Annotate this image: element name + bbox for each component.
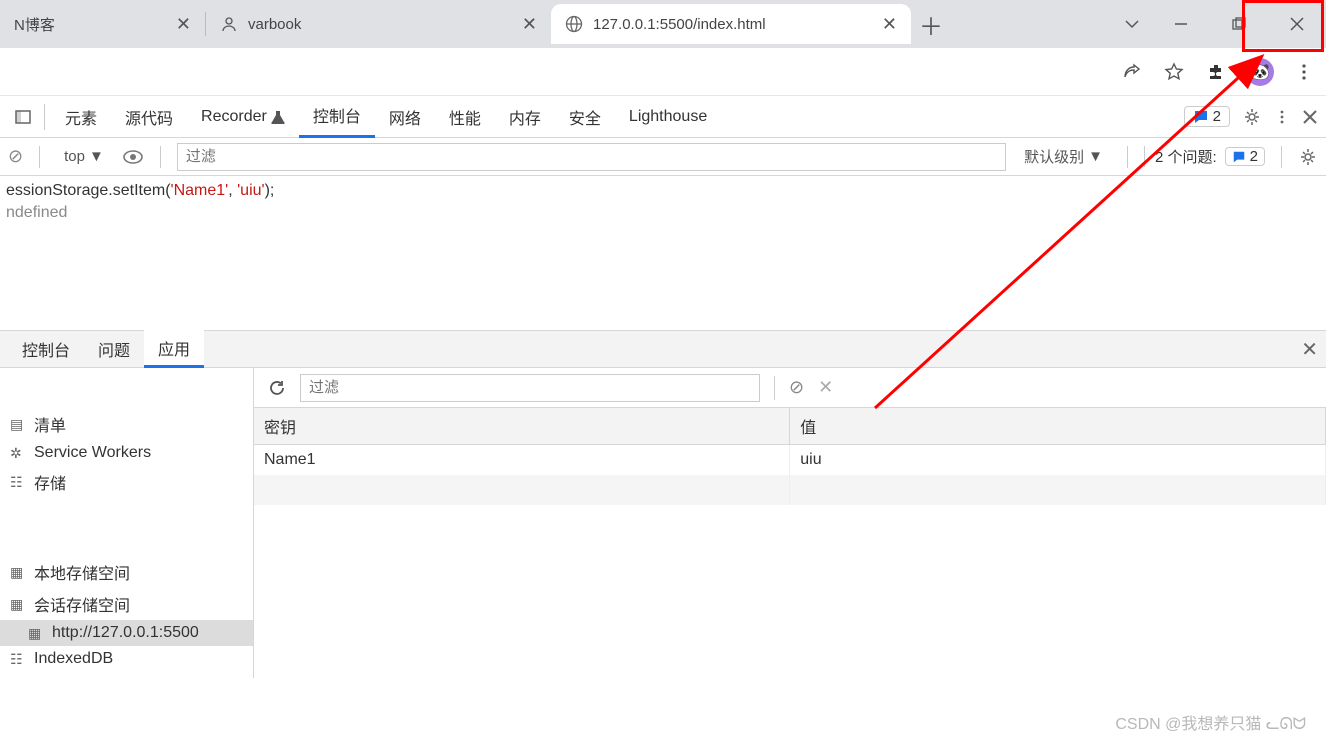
favicon-icon [220,15,238,33]
sidebar-storage[interactable]: ☷ 存储 [0,466,253,498]
console-line-result: ndefined [0,202,1326,224]
col-value-header[interactable]: 值 [790,408,1326,445]
settings-icon[interactable] [1242,107,1262,127]
sidebar-manifest[interactable]: ▤ 清单 [0,408,253,440]
chevron-down-icon: ▼ [89,148,104,165]
console-tab[interactable]: 控制台 [299,96,375,138]
col-key-header[interactable]: 密钥 [254,408,790,445]
clear-console-icon[interactable]: ⊘ [8,146,23,167]
dock-side-icon[interactable] [8,96,38,138]
elements-tab[interactable]: 元素 [51,96,111,138]
recorder-tab[interactable]: Recorder [187,96,299,138]
window-close-button[interactable] [1268,0,1326,48]
performance-tab[interactable]: 性能 [435,96,495,138]
application-panel: ▤ 清单 ✲ Service Workers ☷ 存储 ▦ 本地存储空间 ▦ 会… [0,368,1326,678]
globe-icon [565,15,583,33]
console-settings-icon[interactable] [1298,147,1318,167]
clear-all-icon[interactable]: ⊘ [789,377,804,398]
close-tab-icon[interactable]: ✕ [522,14,537,35]
table-row[interactable]: Name1 uiu [254,445,1326,476]
maximize-button[interactable] [1210,0,1268,48]
minimize-button[interactable] [1152,0,1210,48]
chevron-down-icon: ▼ [1088,148,1103,165]
flask-icon [271,110,285,124]
storage-table: 密钥 值 Name1 uiu [254,408,1326,505]
tab-2-active[interactable]: 127.0.0.1:5500/index.html ✕ [551,4,911,44]
storage-toolbar: ⊘ ✕ [254,368,1326,408]
sidebar-indexeddb[interactable]: ☷ IndexedDB [0,646,253,672]
devtools-toolbar: 元素 源代码 Recorder 控制台 网络 性能 内存 安全 Lighthou… [0,96,1326,138]
more-icon[interactable] [1274,109,1290,125]
tab-1[interactable]: varbook ✕ [206,4,551,44]
drawer-close-icon[interactable]: ✕ [1301,337,1318,362]
cell-value: uiu [790,445,1326,476]
security-tab[interactable]: 安全 [555,96,615,138]
tab-0[interactable]: N博客 ✕ [0,4,205,44]
database-icon: ☷ [10,474,26,491]
drawer-console-tab[interactable]: 控制台 [8,330,84,368]
browser-menu-icon[interactable] [1292,60,1316,84]
refresh-icon[interactable] [268,379,286,397]
close-tab-icon[interactable]: ✕ [882,14,897,35]
grid-icon: ▦ [10,596,26,613]
sidebar-service-workers[interactable]: ✲ Service Workers [0,440,253,466]
storage-filter-input[interactable] [300,374,760,402]
console-filter-input[interactable] [177,143,1006,171]
tab-title: N博客 [14,14,55,35]
browser-tab-strip: N博客 ✕ varbook ✕ 127.0.0.1:5500/index.htm… [0,0,1326,48]
memory-tab[interactable]: 内存 [495,96,555,138]
table-row-empty[interactable] [254,475,1326,505]
lighthouse-tab[interactable]: Lighthouse [615,96,721,138]
sidebar-session-storage[interactable]: ▦ 会话存储空间 [0,588,253,620]
live-expression-icon[interactable] [122,149,144,165]
console-output: essionStorage.setItem('Name1', 'uiu'); n… [0,176,1326,330]
log-level-selector[interactable]: 默认级别 ▼ [1016,142,1111,171]
window-controls [1112,0,1326,48]
drawer-issues-tab[interactable]: 问题 [84,330,144,368]
url-bar: 🐼 [0,48,1326,96]
tab-title: varbook [248,16,301,33]
application-sidebar: ▤ 清单 ✲ Service Workers ☷ 存储 ▦ 本地存储空间 ▦ 会… [0,368,254,678]
cell-key: Name1 [254,445,790,476]
file-icon: ▤ [10,416,26,433]
close-tab-icon[interactable]: ✕ [176,14,191,35]
storage-panel: ⊘ ✕ 密钥 值 Name1 uiu [254,368,1326,678]
drawer-tabs: 控制台 问题 应用 ✕ [0,330,1326,368]
context-selector[interactable]: top ▼ [56,144,112,169]
messages-badge[interactable]: 2 [1184,106,1230,127]
sources-tab[interactable]: 源代码 [111,96,187,138]
new-tab-button[interactable]: ＋ [911,4,951,44]
grid-icon: ▦ [28,625,44,642]
share-icon[interactable] [1120,60,1144,84]
console-line-input[interactable]: essionStorage.setItem('Name1', 'uiu'); [0,180,1326,202]
database-icon: ☷ [10,651,26,668]
watermark-text: CSDN @我想养只猫 ᓚᘏᗢ [1115,710,1306,734]
devtools-close-icon[interactable] [1302,109,1318,125]
sidebar-local-storage[interactable]: ▦ 本地存储空间 [0,556,253,588]
profile-avatar[interactable]: 🐼 [1246,58,1274,86]
delete-selected-icon[interactable]: ✕ [818,377,833,398]
drawer-application-tab[interactable]: 应用 [144,330,204,368]
grid-icon: ▦ [10,564,26,581]
tab-title: 127.0.0.1:5500/index.html [593,16,766,33]
bookmark-star-icon[interactable] [1162,60,1186,84]
sidebar-session-origin[interactable]: ▦ http://127.0.0.1:5500 [0,620,253,646]
extensions-icon[interactable] [1204,60,1228,84]
message-icon [1193,109,1209,125]
tab-list-button[interactable] [1112,0,1152,48]
console-filter-bar: ⊘ top ▼ 默认级别 ▼ 2 个问题: 2 [0,138,1326,176]
issues-indicator[interactable]: 2 个问题: 2 [1144,146,1265,167]
network-tab[interactable]: 网络 [375,96,435,138]
gear-icon: ✲ [10,445,26,462]
message-icon [1232,150,1246,164]
